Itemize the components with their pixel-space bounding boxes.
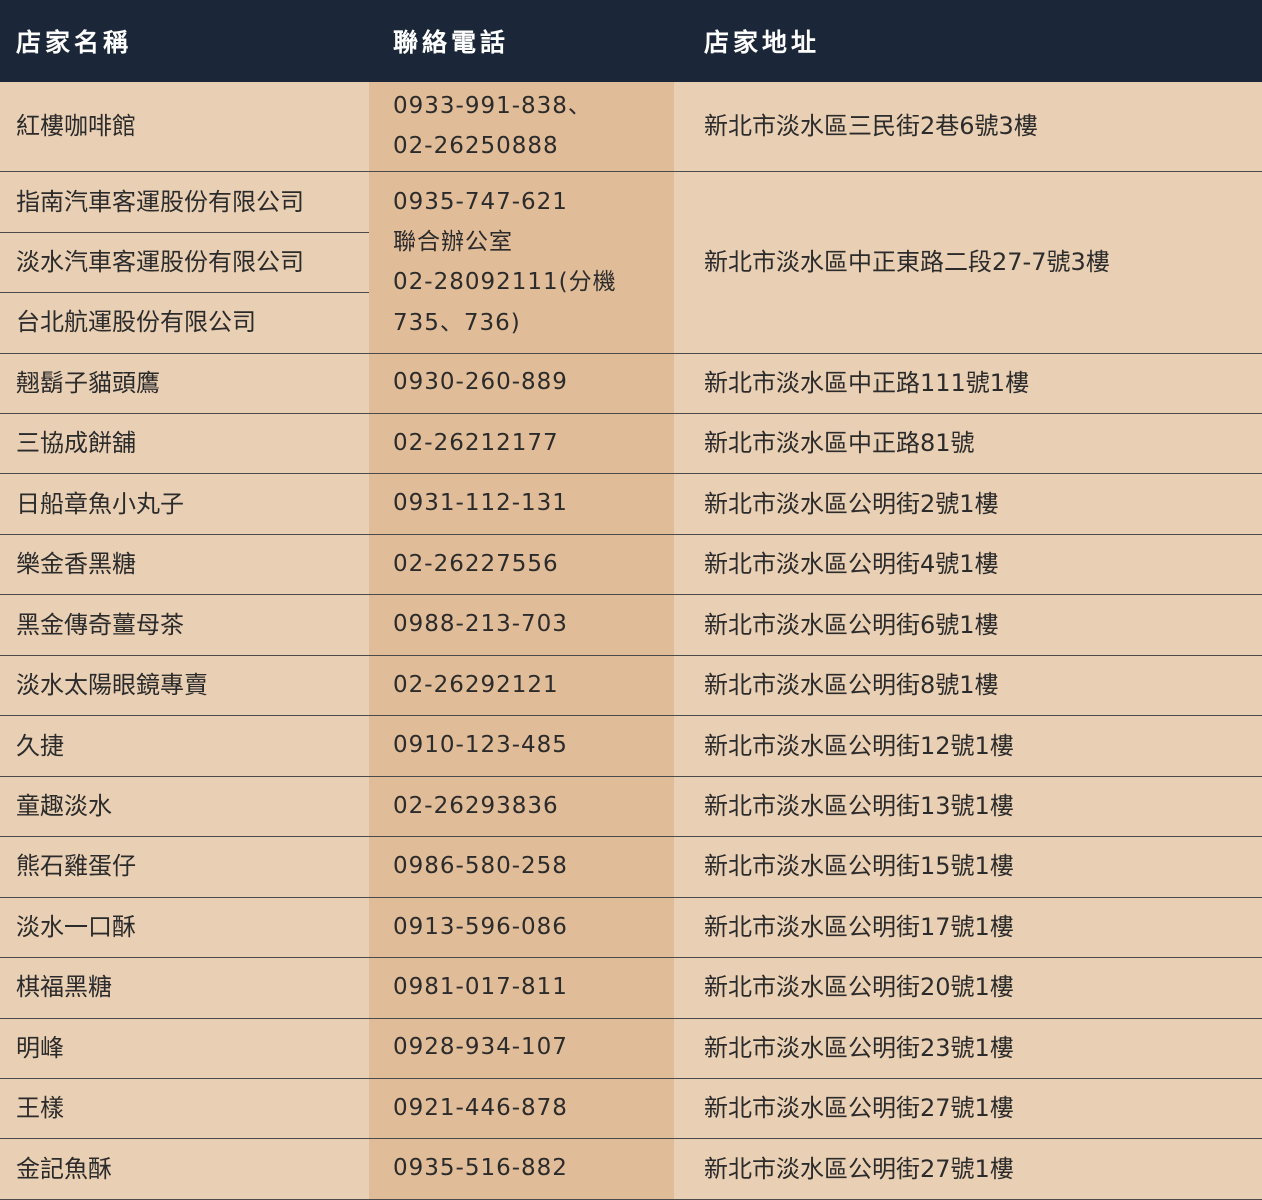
store-address: 新北市淡水區中正路81號 [674, 413, 1262, 475]
store-phone: 0988-213-703 [369, 594, 674, 656]
header-phone: 聯絡電話 [393, 28, 510, 57]
store-name: 台北航運股份有限公司 [0, 292, 369, 354]
store-name: 淡水汽車客運股份有限公司 [0, 232, 369, 294]
phone-line: 02-28092111(分機 [393, 269, 617, 296]
store-list-sheet: 店家名稱 聯絡電話 店家地址 紅樓咖啡館 0933-991-838、 02-26… [0, 0, 1262, 1200]
phone-line: 0935-747-621 [393, 188, 568, 215]
store-name: 紅樓咖啡館 [0, 82, 369, 173]
table-header: 店家名稱 聯絡電話 店家地址 [0, 0, 1262, 82]
store-name: 三協成餅舖 [0, 413, 369, 475]
store-name: 棋福黑糖 [0, 957, 369, 1019]
store-address: 新北市淡水區三民街2巷6號3樓 [674, 82, 1262, 173]
store-address: 新北市淡水區公明街13號1樓 [674, 776, 1262, 838]
store-phone: 02-26292121 [369, 655, 674, 717]
store-phone: 02-26212177 [369, 413, 674, 475]
table-row: 黑金傳奇薑母茶 0988-213-703 新北市淡水區公明街6號1樓 [0, 594, 1262, 656]
table-row: 淡水一口酥 0913-596-086 新北市淡水區公明街17號1樓 [0, 897, 1262, 959]
store-address: 新北市淡水區公明街27號1樓 [674, 1138, 1262, 1200]
store-phone: 0930-260-889 [369, 353, 674, 414]
store-phone: 02-26293836 [369, 776, 674, 838]
store-phone: 0931-112-131 [369, 473, 674, 535]
store-address: 新北市淡水區公明街23號1樓 [674, 1018, 1262, 1079]
store-address: 新北市淡水區公明街6號1樓 [674, 594, 1262, 656]
table-row: 久捷 0910-123-485 新北市淡水區公明街12號1樓 [0, 715, 1262, 777]
header-store-name: 店家名稱 [16, 28, 133, 57]
phone-line: 735、736) [393, 309, 521, 336]
store-name: 樂金香黑糖 [0, 534, 369, 596]
store-phone: 0913-596-086 [369, 897, 674, 959]
store-name: 金記魚酥 [0, 1138, 369, 1200]
store-name: 指南汽車客運股份有限公司 [0, 171, 369, 233]
table-row: 翹鬍子貓頭鷹 0930-260-889 新北市淡水區中正路111號1樓 [0, 353, 1262, 414]
table-row: 三協成餅舖 02-26212177 新北市淡水區中正路81號 [0, 413, 1262, 475]
table-row: 明峰 0928-934-107 新北市淡水區公明街23號1樓 [0, 1018, 1262, 1079]
store-address: 新北市淡水區公明街15號1樓 [674, 836, 1262, 898]
store-phone: 0921-446-878 [369, 1078, 674, 1140]
table-row: 棋福黑糖 0981-017-811 新北市淡水區公明街20號1樓 [0, 957, 1262, 1019]
table-row: 童趣淡水 02-26293836 新北市淡水區公明街13號1樓 [0, 776, 1262, 838]
store-phone: 0986-580-258 [369, 836, 674, 898]
store-name: 熊石雞蛋仔 [0, 836, 369, 898]
shared-address: 新北市淡水區中正東路二段27-7號3樓 [674, 171, 1262, 354]
store-address: 新北市淡水區公明街17號1樓 [674, 897, 1262, 959]
phone-line: 聯合辦公室 [393, 229, 513, 256]
store-name: 久捷 [0, 715, 369, 777]
store-address: 新北市淡水區中正路111號1樓 [674, 353, 1262, 414]
store-name: 淡水太陽眼鏡專賣 [0, 655, 369, 717]
store-name: 明峰 [0, 1018, 369, 1079]
table-row: 熊石雞蛋仔 0986-580-258 新北市淡水區公明街15號1樓 [0, 836, 1262, 898]
store-address: 新北市淡水區公明街4號1樓 [674, 534, 1262, 596]
store-name: 淡水一口酥 [0, 897, 369, 959]
store-phone: 0935-516-882 [369, 1138, 674, 1200]
store-phone: 02-26227556 [369, 534, 674, 596]
table-row: 樂金香黑糖 02-26227556 新北市淡水區公明街4號1樓 [0, 534, 1262, 596]
store-phone: 0910-123-485 [369, 715, 674, 777]
table-row: 金記魚酥 0935-516-882 新北市淡水區公明街27號1樓 [0, 1138, 1262, 1200]
table-row: 王樣 0921-446-878 新北市淡水區公明街27號1樓 [0, 1078, 1262, 1140]
store-address: 新北市淡水區公明街27號1樓 [674, 1078, 1262, 1140]
phone-line: 02-26250888 [393, 132, 559, 159]
table-body: 紅樓咖啡館 0933-991-838、 02-26250888 新北市淡水區三民… [0, 82, 1262, 1200]
table-row: 指南汽車客運股份有限公司 0935-747-621 聯合辦公室 02-28092… [0, 171, 1262, 354]
header-address: 店家地址 [704, 28, 821, 57]
table-row: 日船章魚小丸子 0931-112-131 新北市淡水區公明街2號1樓 [0, 473, 1262, 535]
store-address: 新北市淡水區公明街20號1樓 [674, 957, 1262, 1019]
store-address: 新北市淡水區公明街12號1樓 [674, 715, 1262, 777]
header-row: 店家名稱 聯絡電話 店家地址 [0, 0, 1262, 82]
store-name: 翹鬍子貓頭鷹 [0, 353, 369, 414]
store-phone: 0981-017-811 [369, 957, 674, 1019]
shared-phone: 0935-747-621 聯合辦公室 02-28092111(分機 735、73… [369, 171, 674, 354]
store-name: 黑金傳奇薑母茶 [0, 594, 369, 656]
store-name: 日船章魚小丸子 [0, 473, 369, 535]
store-name: 王樣 [0, 1078, 369, 1140]
store-address: 新北市淡水區公明街2號1樓 [674, 473, 1262, 535]
store-phone: 0928-934-107 [369, 1018, 674, 1079]
store-address: 新北市淡水區公明街8號1樓 [674, 655, 1262, 717]
store-name: 童趣淡水 [0, 776, 369, 838]
phone-line: 0933-991-838、 [393, 93, 592, 120]
table-row: 紅樓咖啡館 0933-991-838、 02-26250888 新北市淡水區三民… [0, 82, 1262, 173]
store-table: 店家名稱 聯絡電話 店家地址 紅樓咖啡館 0933-991-838、 02-26… [0, 0, 1262, 1200]
store-phone: 0933-991-838、 02-26250888 [369, 82, 674, 173]
table-row: 淡水太陽眼鏡專賣 02-26292121 新北市淡水區公明街8號1樓 [0, 655, 1262, 717]
